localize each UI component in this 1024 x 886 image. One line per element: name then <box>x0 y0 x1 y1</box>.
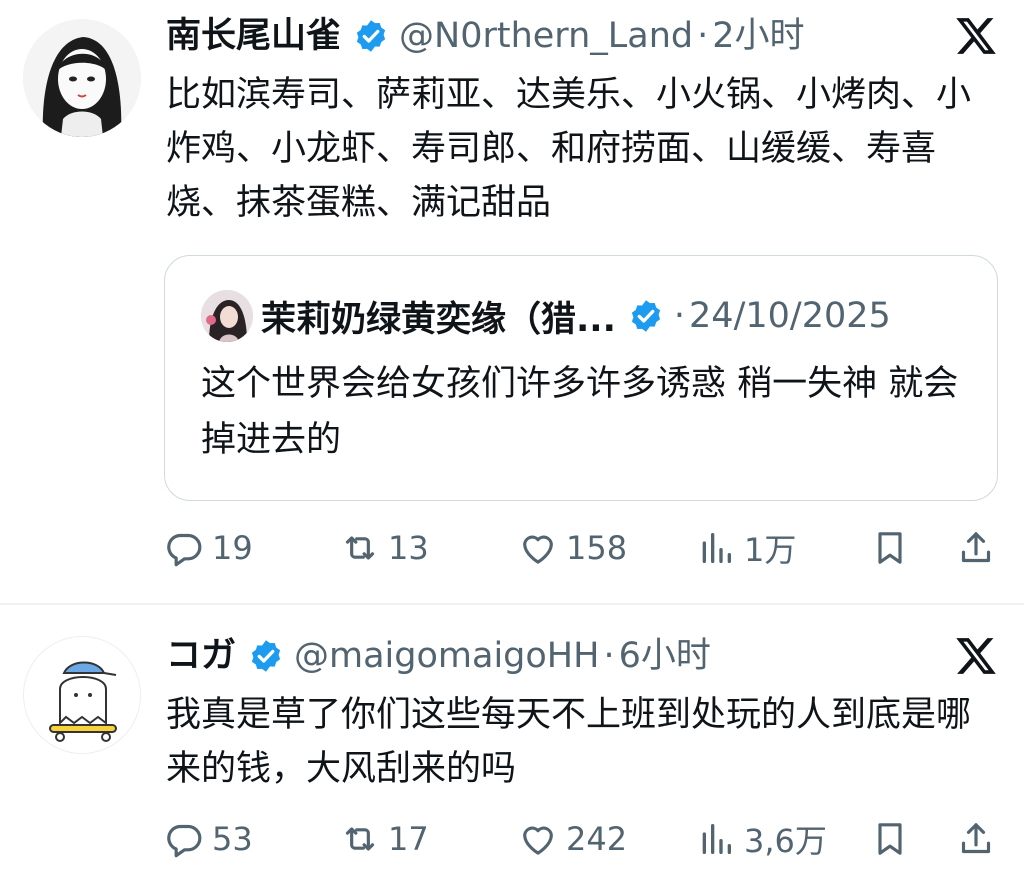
verified-badge-icon <box>251 640 281 672</box>
quote-date: 24/10/2025 <box>689 296 891 336</box>
reply-icon <box>167 533 202 567</box>
quote-display-name: 茉莉奶绿黄奕缘（猎... <box>261 299 616 340</box>
x-logo-icon[interactable] <box>954 634 998 678</box>
separator-dot: · <box>697 16 709 56</box>
views-chart-icon <box>702 824 731 854</box>
heart-icon <box>523 535 553 564</box>
bookmark-icon <box>878 532 902 564</box>
views-count: 1万 <box>744 531 797 569</box>
handle[interactable]: @N0rthern_Land <box>399 14 693 58</box>
quote-avatar-photo <box>201 290 253 342</box>
handle[interactable]: @maigomaigoHH <box>294 634 599 678</box>
display-name[interactable]: 南长尾山雀 <box>166 14 341 58</box>
reply-count: 19 <box>212 529 253 567</box>
heart-icon <box>523 826 553 855</box>
views-chart-icon <box>702 533 731 563</box>
like-button[interactable]: 158 <box>518 523 627 573</box>
avatar[interactable] <box>23 19 141 137</box>
repost-icon <box>345 827 375 851</box>
like-count: 158 <box>566 529 628 567</box>
repost-button[interactable]: 13 <box>340 523 429 573</box>
share-button[interactable] <box>956 523 1004 573</box>
reply-button[interactable]: 19 <box>164 523 253 573</box>
tweet-actions: 53 17 242 3,6万 <box>164 814 1004 864</box>
repost-button[interactable]: 17 <box>340 814 429 864</box>
tweet-text: 比如滨寿司、萨莉亚、达美乐、小火锅、小烤肉、小炸鸡、小龙虾、寿司郎、和府捞面、山… <box>166 75 972 223</box>
like-count: 242 <box>566 820 628 858</box>
quote-avatar <box>201 290 253 342</box>
x-logo-icon[interactable] <box>954 14 998 58</box>
like-button[interactable]: 242 <box>518 814 627 864</box>
separator-dot: · <box>603 636 615 676</box>
tweet-text: 我真是草了你们这些每天不上班到处玩的人到底是哪来的钱，大风刮来的吗 <box>166 695 972 789</box>
quote-header: 茉莉奶绿黄奕缘（猎... · 24/10/2025 <box>261 294 891 340</box>
repost-icon <box>345 536 375 560</box>
share-icon <box>961 823 991 854</box>
views-button[interactable]: 3,6万 <box>696 814 827 864</box>
quoted-tweet[interactable]: 茉莉奶绿黄奕缘（猎... · 24/10/2025 这个世界会给女孩们许多许多诱… <box>164 255 998 501</box>
verified-badge-icon <box>631 300 660 332</box>
bookmark-button[interactable] <box>870 814 918 864</box>
display-name[interactable]: コガ <box>166 634 236 678</box>
tweet-divider <box>0 603 1024 605</box>
share-button[interactable] <box>956 814 1004 864</box>
share-icon <box>961 532 991 563</box>
repost-count: 17 <box>388 820 429 858</box>
tweet-actions: 19 13 158 1万 <box>164 523 1004 573</box>
tweet-header: コガ @maigomaigoHH · 6小时 <box>166 634 711 678</box>
bookmark-icon <box>878 823 902 855</box>
repost-count: 13 <box>388 529 429 567</box>
reply-count: 53 <box>212 820 253 858</box>
reply-button[interactable]: 53 <box>164 814 253 864</box>
verified-badge-icon <box>356 20 386 52</box>
tweet-header: 南长尾山雀 @N0rthern_Land · 2小时 <box>166 14 805 58</box>
avatar-girl-illustration <box>23 19 141 137</box>
timestamp[interactable]: 2小时 <box>712 14 804 58</box>
reply-icon <box>167 824 202 858</box>
views-button[interactable]: 1万 <box>696 523 796 573</box>
timestamp[interactable]: 6小时 <box>619 634 711 678</box>
bookmark-button[interactable] <box>870 523 918 573</box>
quote-text: 这个世界会给女孩们许多许多诱惑 稍一失神 就会掉进去的 <box>201 364 959 460</box>
avatar[interactable] <box>23 636 141 754</box>
separator-dot: · <box>673 296 686 336</box>
views-count: 3,6万 <box>744 822 827 860</box>
avatar-ghost-skateboard-illustration <box>24 637 140 753</box>
